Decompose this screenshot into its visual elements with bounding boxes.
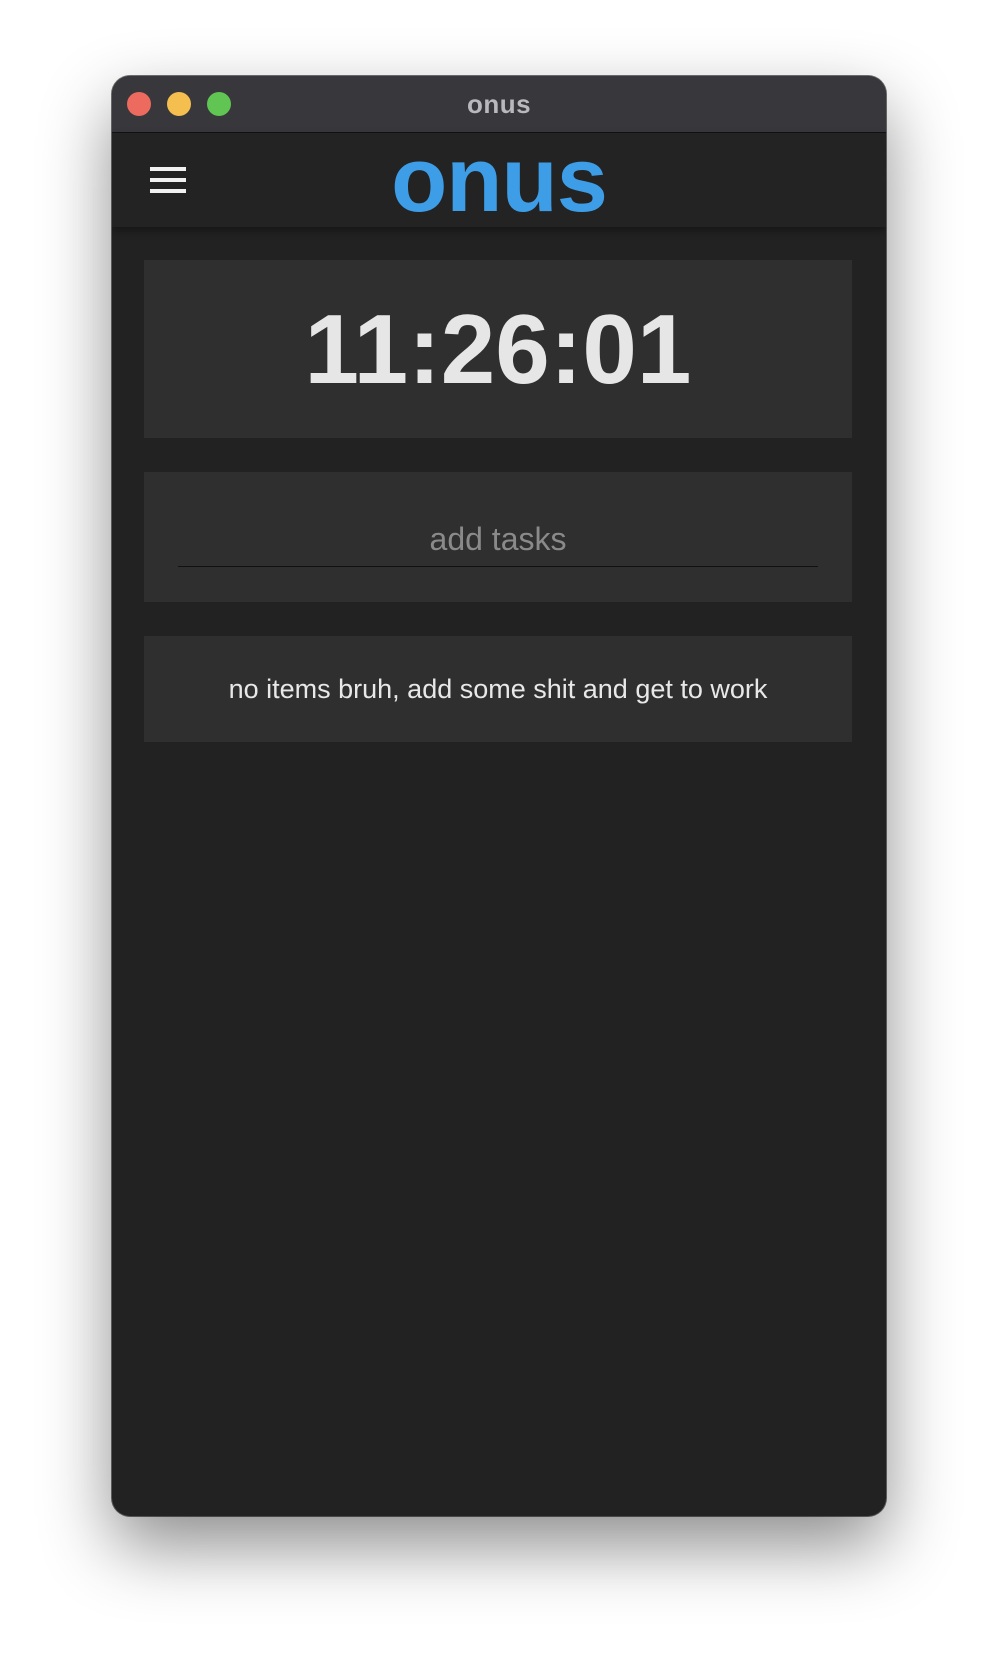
title-bar[interactable]: onus	[112, 76, 886, 133]
app-header: onus	[112, 133, 886, 227]
app-window: onus onus 11:26:01 no items bruh, add so…	[112, 76, 886, 1516]
task-list: no items bruh, add some shit and get to …	[144, 636, 852, 742]
clock-card: 11:26:01	[144, 260, 852, 438]
add-task-input[interactable]	[178, 512, 818, 567]
clock-time: 11:26:01	[304, 294, 692, 404]
add-task-card	[144, 472, 852, 602]
app-brand-title: onus	[391, 129, 608, 231]
window-title: onus	[466, 89, 532, 119]
empty-list-message: no items bruh, add some shit and get to …	[228, 674, 768, 704]
